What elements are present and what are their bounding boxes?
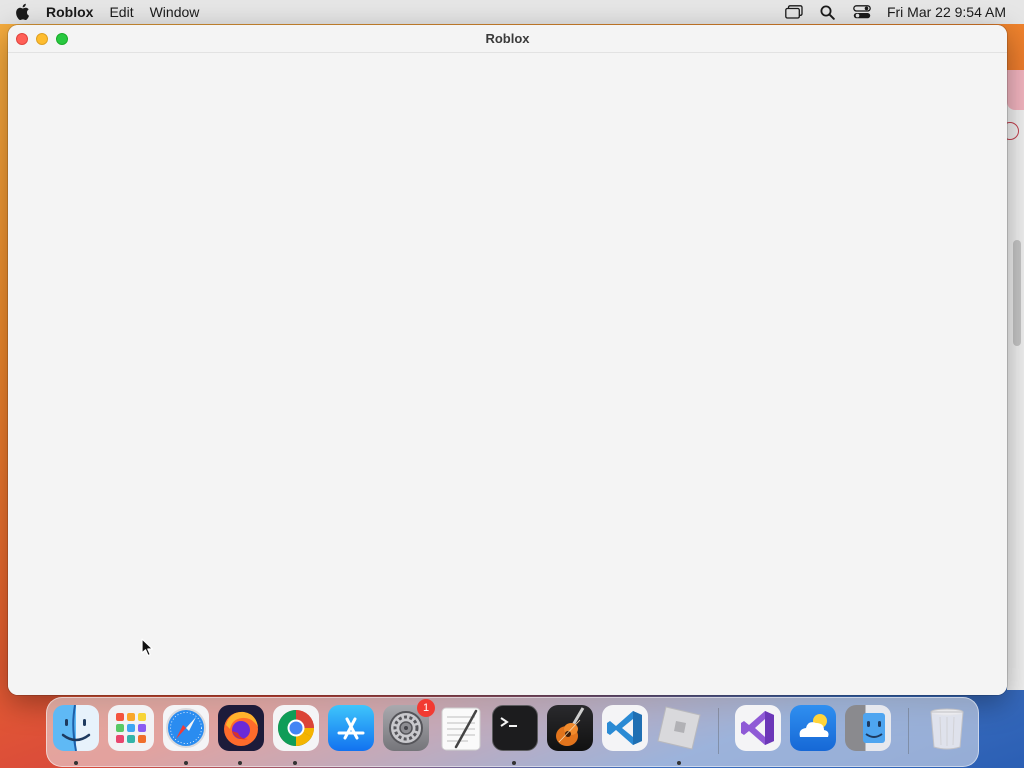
apple-menu-icon[interactable]: [0, 0, 44, 24]
background-window-scrollbar[interactable]: [1013, 240, 1021, 346]
trash-icon[interactable]: [924, 705, 970, 751]
running-indicator: [677, 761, 681, 765]
minimize-button[interactable]: [36, 33, 48, 45]
system-settings-icon[interactable]: 1: [383, 699, 435, 751]
background-window[interactable]: [1001, 70, 1024, 690]
window-title: Roblox: [485, 31, 530, 46]
status-area: Fri Mar 22 9:54 AM: [777, 0, 1024, 24]
maximize-button[interactable]: [56, 33, 68, 45]
running-indicator: [74, 761, 78, 765]
textedit-icon[interactable]: [438, 705, 484, 751]
running-indicator: [293, 761, 297, 765]
running-indicator: [512, 761, 516, 765]
running-indicator: [184, 761, 188, 765]
control-center-icon[interactable]: [845, 0, 879, 24]
safari-icon[interactable]: [163, 705, 209, 751]
roblox-icon[interactable]: [656, 705, 702, 751]
vscode-icon[interactable]: [602, 705, 648, 751]
onedrive-icon[interactable]: [790, 705, 836, 751]
menu-window[interactable]: Window: [142, 0, 208, 24]
window-titlebar[interactable]: Roblox: [8, 25, 1007, 53]
finder-icon[interactable]: [53, 705, 99, 751]
menu-bar-clock[interactable]: Fri Mar 22 9:54 AM: [887, 4, 1006, 20]
app-store-icon[interactable]: [328, 705, 374, 751]
garageband-icon[interactable]: [547, 705, 593, 751]
visual-studio-icon[interactable]: [735, 705, 781, 751]
finder-alt-icon[interactable]: [845, 705, 891, 751]
app-menu-roblox[interactable]: Roblox: [44, 0, 101, 24]
screen-mirroring-icon[interactable]: [777, 0, 811, 24]
spotlight-search-icon[interactable]: [811, 0, 845, 24]
background-window-banner: [1007, 70, 1024, 110]
roblox-window: Roblox: [8, 25, 1007, 695]
launchpad-icon[interactable]: [108, 705, 154, 751]
running-indicator: [238, 761, 242, 765]
settings-badge: 1: [417, 699, 435, 717]
menu-edit[interactable]: Edit: [101, 0, 141, 24]
window-content-area[interactable]: [8, 54, 1007, 695]
mouse-cursor-icon: [141, 638, 155, 658]
dock-separator: [718, 708, 719, 754]
dock-separator: [908, 708, 909, 754]
menu-bar: Roblox Edit Window Fri Mar 22 9:54 AM: [0, 0, 1024, 24]
chrome-icon[interactable]: [273, 705, 319, 751]
firefox-icon[interactable]: [218, 705, 264, 751]
close-button[interactable]: [16, 33, 28, 45]
terminal-icon[interactable]: [492, 705, 538, 751]
